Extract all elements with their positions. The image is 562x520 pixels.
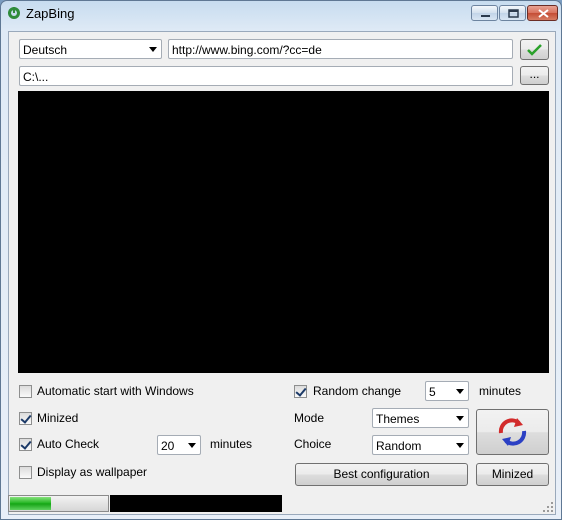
choice-select-value: Random (376, 439, 422, 453)
autocheck-unit-label: minutes (210, 437, 253, 451)
random-change-interval-select[interactable]: 5 (425, 381, 469, 401)
random-change-interval-value: 5 (429, 385, 436, 399)
wallpaper-preview (18, 91, 549, 373)
minimize-to-tray-label: Minized (491, 467, 534, 481)
refresh-button[interactable] (476, 409, 549, 455)
chevron-down-icon (149, 47, 157, 52)
autocheck-checkbox[interactable] (19, 438, 32, 451)
status-text-area (110, 495, 282, 512)
autocheck-interval-value: 20 (161, 439, 175, 453)
progress-fill (10, 497, 51, 510)
autostart-label: Automatic start with Windows (37, 384, 194, 398)
apply-url-button[interactable] (520, 39, 549, 60)
minimize-button[interactable] (471, 5, 498, 21)
mode-select-value: Themes (376, 412, 420, 426)
mode-label: Mode (294, 411, 325, 425)
window-title: ZapBing (26, 6, 75, 21)
browse-folder-button[interactable]: ... (520, 66, 549, 85)
maximize-icon (508, 9, 519, 18)
language-select[interactable]: Deutsch (19, 39, 162, 59)
folder-path-value: C:\... (23, 70, 49, 84)
minimize-icon (481, 15, 490, 17)
url-input[interactable]: http://www.bing.com/?cc=de (168, 39, 513, 59)
minimized-checkbox[interactable] (19, 412, 32, 425)
mode-select[interactable]: Themes (372, 408, 469, 428)
download-progress-bar (8, 495, 109, 512)
main-panel: Deutsch http://www.bing.com/?cc=de C:\..… (8, 31, 556, 515)
app-window: ZapBing Deutsch http://www.bing.com/?cc=… (0, 0, 562, 520)
wallpaper-label: Display as wallpaper (37, 465, 148, 479)
best-configuration-button[interactable]: Best configuration (295, 463, 468, 486)
random-change-label: Random change (313, 384, 402, 398)
folder-path-input[interactable]: C:\... (19, 66, 513, 86)
close-button[interactable] (527, 5, 558, 21)
choice-select[interactable]: Random (372, 435, 469, 455)
resize-grip-icon[interactable] (543, 502, 553, 512)
url-input-value: http://www.bing.com/?cc=de (172, 43, 322, 57)
refresh-arrows-icon (498, 418, 527, 446)
autocheck-interval-select[interactable]: 20 (157, 435, 201, 455)
random-change-checkbox[interactable] (294, 385, 307, 398)
autostart-checkbox[interactable] (19, 385, 32, 398)
minimize-to-tray-button[interactable]: Minized (476, 463, 549, 486)
title-bar[interactable]: ZapBing (1, 1, 561, 27)
random-change-unit-label: minutes (479, 384, 522, 398)
language-select-value: Deutsch (23, 43, 68, 57)
chevron-down-icon (456, 389, 464, 394)
best-configuration-label: Best configuration (333, 467, 430, 481)
chevron-down-icon (456, 416, 464, 421)
maximize-button[interactable] (499, 5, 526, 21)
green-checkmark-icon (527, 44, 542, 56)
chevron-down-icon (188, 443, 196, 448)
wallpaper-checkbox[interactable] (19, 466, 32, 479)
close-icon (538, 9, 549, 18)
autocheck-label: Auto Check (37, 437, 100, 451)
browse-folder-label: ... (529, 67, 540, 81)
zapbing-logo-icon (8, 7, 20, 19)
minimized-label: Minized (37, 411, 79, 425)
choice-label: Choice (294, 437, 332, 451)
chevron-down-icon (456, 443, 464, 448)
